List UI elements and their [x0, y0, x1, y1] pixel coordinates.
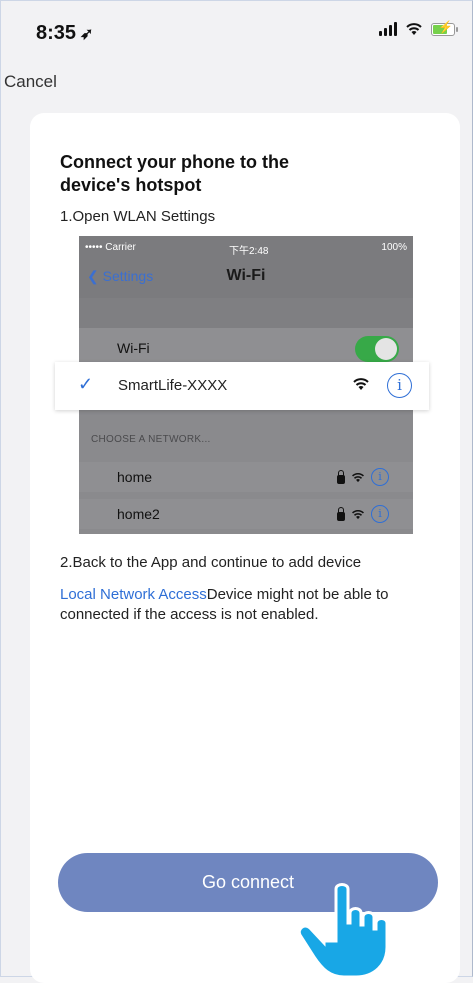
go-connect-label: Go connect: [201, 872, 295, 892]
local-network-note: Local Network AccessDevice might not be …: [60, 585, 440, 625]
illustration-status-bar: ••••• Carrier 下午2:48 100%: [79, 236, 413, 258]
illustration-network-name: home: [117, 469, 153, 485]
illustration-wifi-toggle: [355, 336, 399, 362]
illustration-network-name: home2: [117, 506, 160, 522]
location-arrow-icon: ➶: [80, 26, 94, 43]
hand-pointer-icon: [298, 883, 389, 977]
signal-icon: [379, 22, 397, 36]
status-time-text: 8:35: [36, 22, 77, 44]
lock-icon: [337, 469, 345, 484]
step-2-text: 2.Back to the App and continue to add de…: [60, 554, 362, 571]
illustration-time: 下午2:48: [229, 246, 269, 257]
local-network-access-link[interactable]: Local Network Access: [60, 586, 207, 603]
wifi-icon: [352, 509, 364, 519]
battery-icon: ⚡: [431, 20, 458, 36]
page-title: Connect your phone to the device's hotsp…: [60, 152, 289, 195]
illustration-carrier: ••••• Carrier: [85, 242, 136, 253]
step-1-text: 1.Open WLAN Settings: [60, 208, 216, 225]
highlighted-network-name: SmartLife-XXXX: [118, 377, 228, 394]
highlighted-network-row: ✓ SmartLife-XXXX i: [55, 362, 429, 410]
info-icon: i: [387, 373, 412, 398]
illustration-title: Wi-Fi: [226, 267, 266, 284]
illustration-network-row: home i: [79, 462, 413, 492]
wifi-icon: [352, 472, 364, 482]
checkmark-icon: ✓: [78, 374, 94, 394]
illustration-gap: [79, 298, 413, 328]
status-bar: 8:35 ➶ ⚡: [0, 0, 473, 62]
status-icons: ⚡: [379, 20, 458, 36]
lock-icon: [337, 506, 345, 521]
wifi-icon: [406, 23, 422, 35]
illustration-section-header: CHOOSE A NETWORK...: [91, 434, 211, 445]
cancel-button[interactable]: Cancel: [4, 72, 57, 92]
illustration-network-row: home2 i: [79, 499, 413, 529]
illustration-wifi-label: Wi-Fi: [117, 340, 150, 356]
illustration-nav: ❮ Settings Wi-Fi: [79, 258, 413, 298]
info-icon: i: [371, 468, 389, 486]
illustration-battery: 100%: [381, 242, 407, 253]
status-time: 8:35 ➶: [36, 22, 93, 45]
info-icon: i: [371, 505, 389, 523]
wifi-icon: [353, 378, 369, 390]
